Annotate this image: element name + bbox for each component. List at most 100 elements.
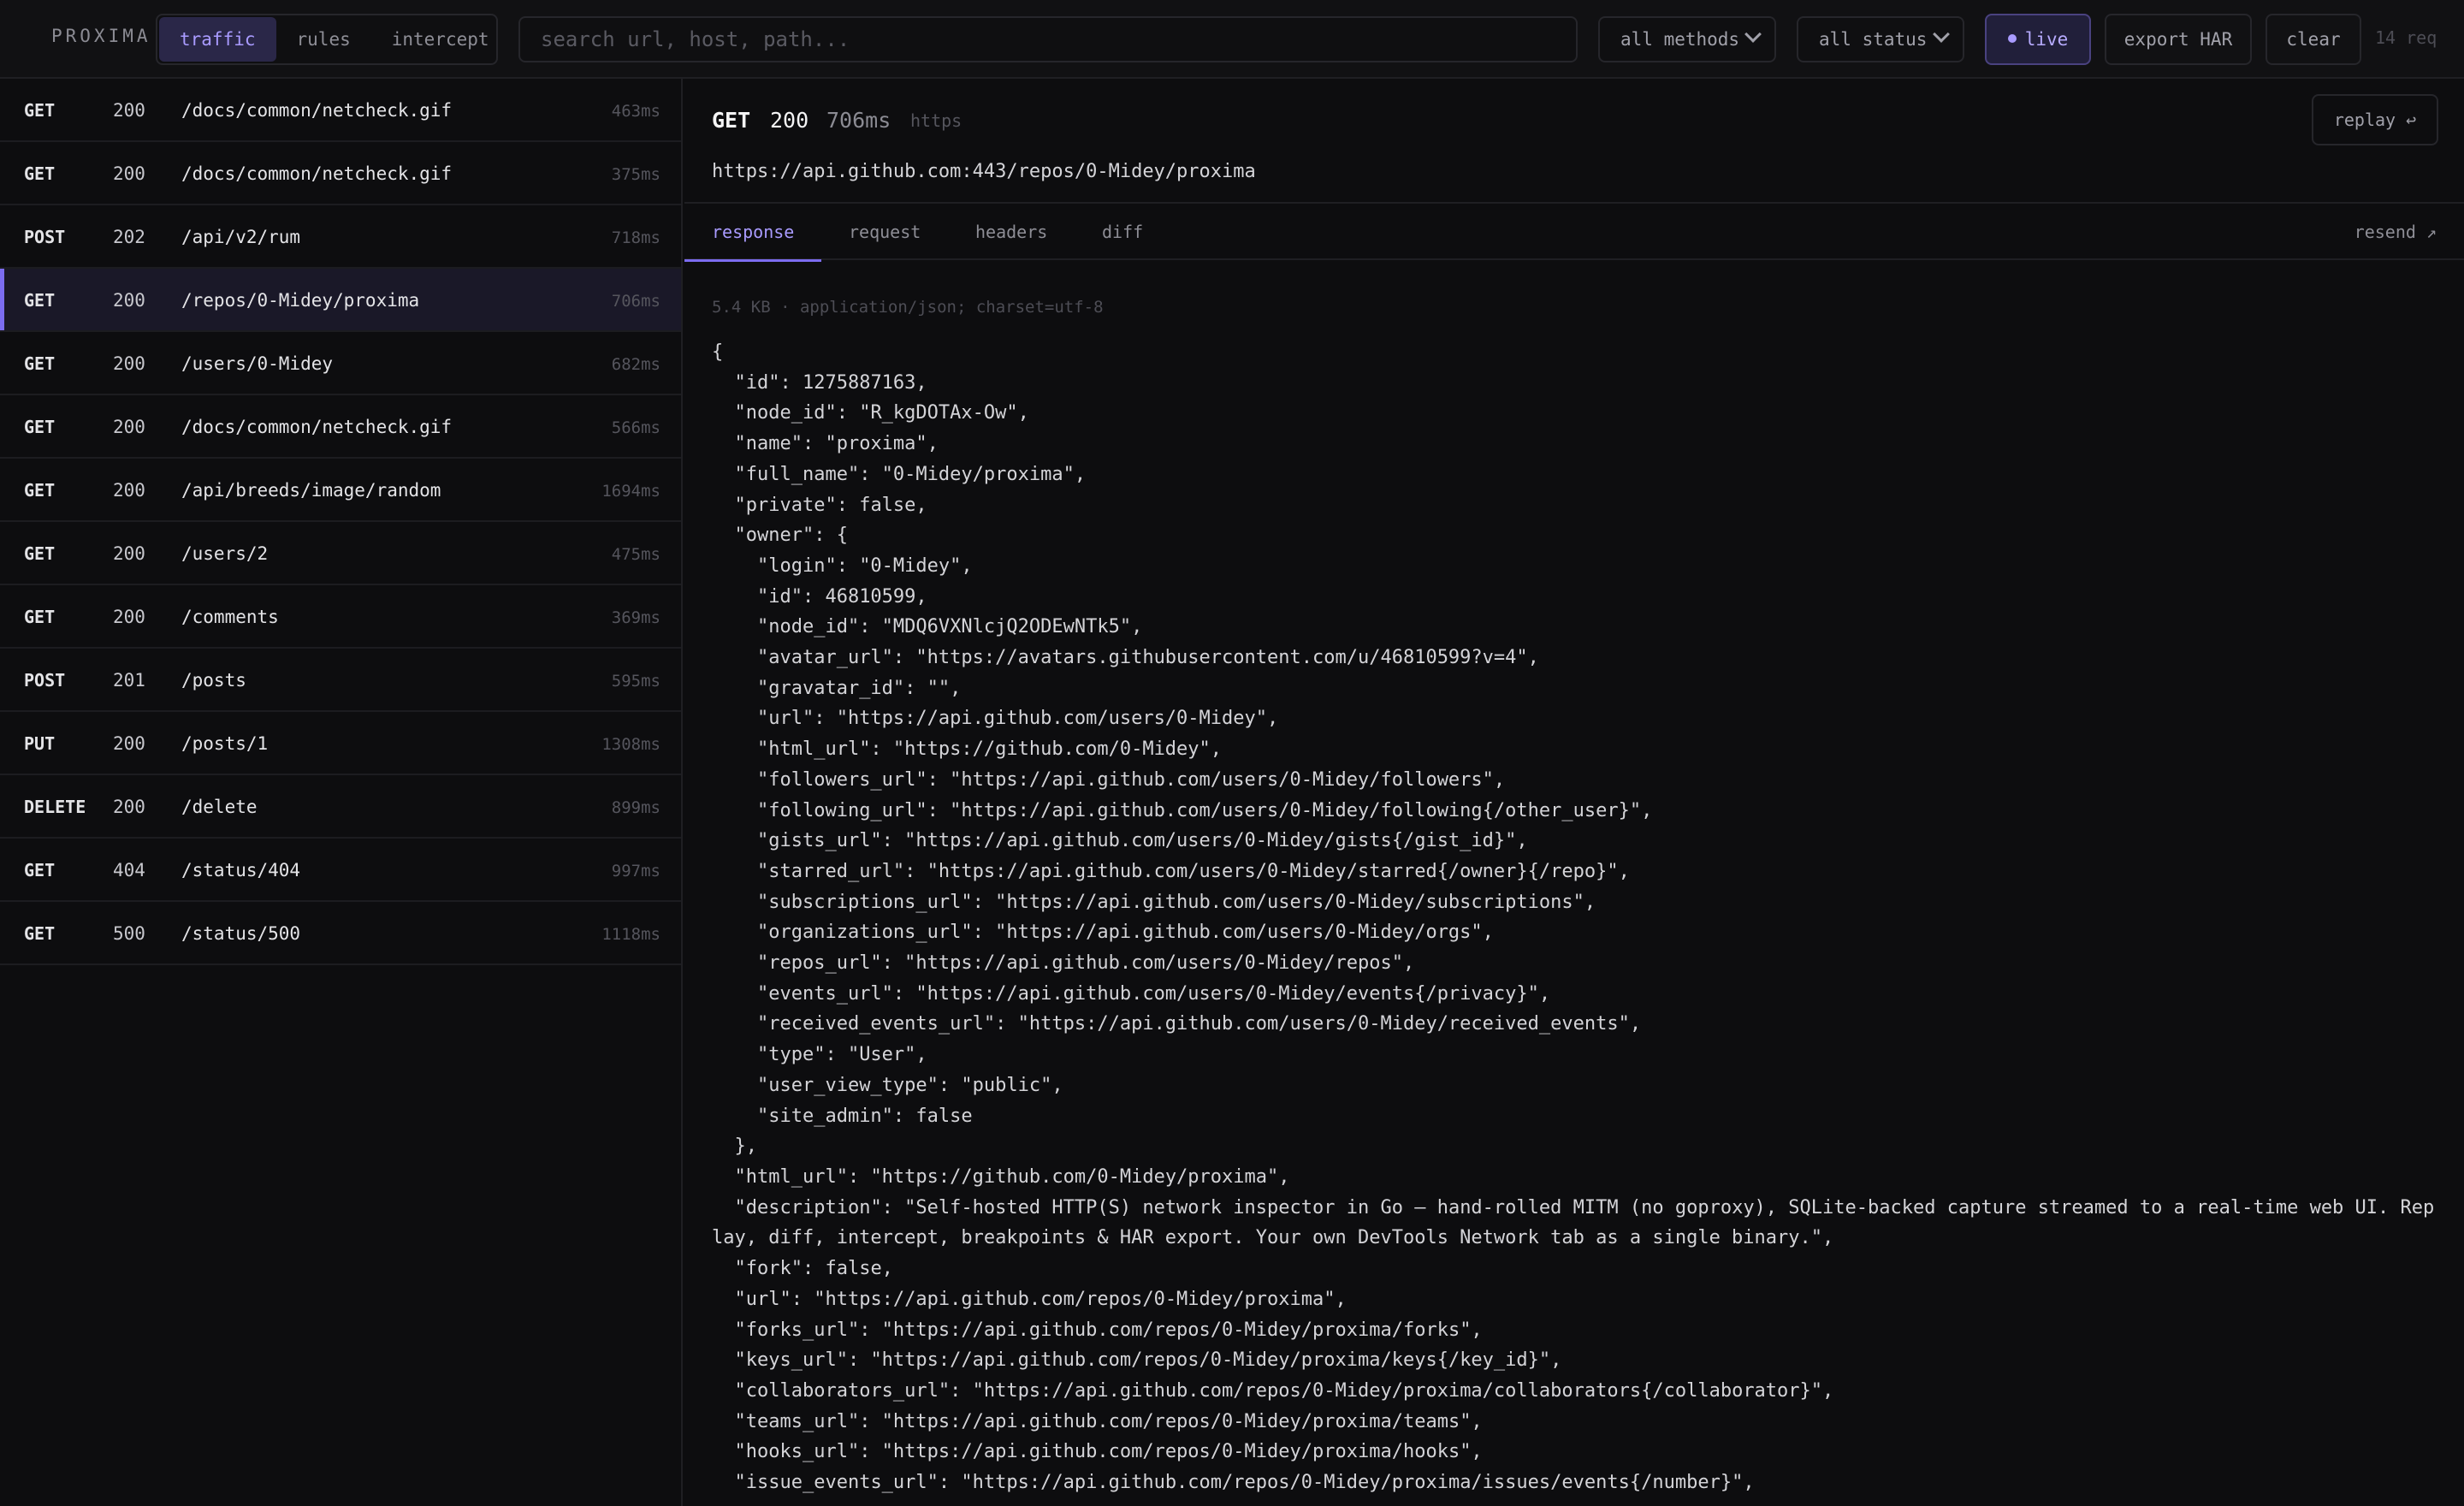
request-row[interactable]: POST 201/posts 595ms xyxy=(0,649,681,712)
request-status-code: 200 xyxy=(113,607,145,627)
clear-button[interactable]: clear xyxy=(2266,14,2361,65)
status-filter-select[interactable]: all status xyxy=(1797,16,1964,62)
request-status-code: 200 xyxy=(113,733,145,754)
tab-rules[interactable]: rules xyxy=(276,17,371,62)
request-duration: 566ms xyxy=(611,418,660,437)
request-status-code: 200 xyxy=(113,417,145,437)
request-method: GET xyxy=(24,100,56,121)
request-row[interactable]: GET 200/repos/0-Midey/proxima 706ms xyxy=(0,269,681,332)
tab-intercept[interactable]: intercept xyxy=(371,17,510,62)
request-method: GET xyxy=(24,543,56,564)
response-line: "following_url": "https://api.github.com… xyxy=(712,799,1653,821)
tab-traffic[interactable]: traffic xyxy=(159,17,276,62)
tab-request[interactable]: request xyxy=(849,204,921,260)
response-line: "login": "0-Midey", xyxy=(712,554,973,577)
response-line: "node_id": "MDQ6VXNlcjQ2ODEwNTk5", xyxy=(712,616,1143,638)
response-line: "organizations_url": "https://api.github… xyxy=(712,922,1494,944)
request-method: POST xyxy=(24,227,66,247)
detail-protocol: https xyxy=(910,110,962,131)
request-count: 14 req xyxy=(2375,27,2437,48)
response-line: "node_id": "R_kgDOTAx-Ow", xyxy=(712,402,1029,424)
request-path: /docs/common/netcheck.gif xyxy=(181,100,453,121)
response-line: "events_url": "https://api.github.com/us… xyxy=(712,982,1551,1005)
response-line: "avatar_url": "https://avatars.githubuse… xyxy=(712,647,1539,669)
response-line: "collaborators_url": "https://api.github… xyxy=(712,1379,1834,1402)
response-line: "id": 1275887163, xyxy=(712,371,927,394)
detail-method: GET xyxy=(712,108,751,133)
response-line: "teams_url": "https://api.github.com/rep… xyxy=(712,1410,1483,1432)
request-row[interactable]: GET 200/users/0-Midey 682ms xyxy=(0,332,681,395)
request-row[interactable]: POST 202/api/v2/rum 718ms xyxy=(0,205,681,269)
request-duration: 463ms xyxy=(611,102,660,121)
detail-url: https://api.github.com:443/repos/0-Midey… xyxy=(712,161,1256,182)
request-list: GET 200/docs/common/netcheck.gif 463ms GET 2… xyxy=(0,79,683,1506)
detail-duration: 706ms xyxy=(826,108,891,133)
request-row[interactable]: GET 200/api/breeds/image/random 1694ms xyxy=(0,459,681,522)
request-path: /comments xyxy=(181,607,279,627)
request-status-code: 200 xyxy=(113,163,145,184)
response-line: "private": false, xyxy=(712,494,927,516)
replay-button[interactable]: replay ↩ xyxy=(2312,94,2438,145)
request-path: /repos/0-Midey/proxima xyxy=(181,290,420,311)
tab-diff[interactable]: diff xyxy=(1102,204,1143,260)
detail-tabs: response request headers diff resend ↗ xyxy=(684,202,2464,262)
request-status-code: 200 xyxy=(113,797,145,817)
export-har-button[interactable]: export HAR xyxy=(2105,14,2252,65)
request-method: DELETE xyxy=(24,797,86,817)
methods-filter-select[interactable]: all methods xyxy=(1598,16,1776,62)
request-row[interactable]: GET 200/comments 369ms xyxy=(0,585,681,649)
request-path: /status/404 xyxy=(181,860,301,880)
request-duration: 997ms xyxy=(611,862,660,880)
request-row[interactable]: GET 200/docs/common/netcheck.gif 463ms xyxy=(0,79,681,142)
response-line: "owner": { xyxy=(712,525,848,547)
request-row[interactable]: DELETE 200/delete 899ms xyxy=(0,775,681,839)
request-duration: 1308ms xyxy=(601,735,660,754)
request-row[interactable]: GET 500/status/500 1118ms xyxy=(0,902,681,965)
request-duration: 595ms xyxy=(611,672,660,691)
chevron-down-icon xyxy=(1933,26,1950,43)
request-row[interactable]: GET 200/users/2 475ms xyxy=(0,522,681,585)
request-status-code: 200 xyxy=(113,290,145,311)
request-path: /docs/common/netcheck.gif xyxy=(181,417,453,437)
request-path: /posts/1 xyxy=(181,733,269,754)
request-status-code: 200 xyxy=(113,543,145,564)
request-row[interactable]: GET 200/docs/common/netcheck.gif 375ms xyxy=(0,142,681,205)
request-method: GET xyxy=(24,480,56,501)
request-duration: 682ms xyxy=(611,355,660,374)
search-input[interactable] xyxy=(518,16,1578,62)
response-line: "user_view_type": "public", xyxy=(712,1074,1063,1096)
resend-link[interactable]: resend ↗ xyxy=(2354,204,2437,260)
status-filter-value: all status xyxy=(1819,29,1928,50)
request-method: GET xyxy=(24,417,56,437)
response-line: "forks_url": "https://api.github.com/rep… xyxy=(712,1319,1483,1341)
request-duration: 369ms xyxy=(611,608,660,627)
request-path: /api/v2/rum xyxy=(181,227,301,247)
request-method: PUT xyxy=(24,733,56,754)
request-detail-pane: GET 200 706ms https replay ↩ https://api… xyxy=(684,79,2464,1506)
request-row[interactable]: GET 200/docs/common/netcheck.gif 566ms xyxy=(0,395,681,459)
response-line: "description": "Self-hosted HTTP(S) netw… xyxy=(712,1196,2435,1249)
response-line: "html_url": "https://github.com/0-Midey/… xyxy=(712,1165,1290,1188)
response-line: "followers_url": "https://api.github.com… xyxy=(712,768,1506,791)
live-label: live xyxy=(2024,29,2069,50)
app-brand: PROXIMA xyxy=(51,26,151,46)
request-duration: 706ms xyxy=(611,292,660,311)
request-row[interactable]: GET 404/status/404 997ms xyxy=(0,839,681,902)
request-status-code: 202 xyxy=(113,227,145,247)
tab-response[interactable]: response xyxy=(684,204,822,262)
live-toggle-button[interactable]: live xyxy=(1985,14,2091,65)
response-body: { "id": 1275887163, "node_id": "R_kgDOTA… xyxy=(712,337,2440,1498)
request-path: /users/0-Midey xyxy=(181,353,334,374)
tab-headers[interactable]: headers xyxy=(975,204,1047,260)
chevron-down-icon xyxy=(1744,26,1762,43)
request-duration: 1694ms xyxy=(601,482,660,501)
response-line: "hooks_url": "https://api.github.com/rep… xyxy=(712,1441,1483,1463)
response-line: "site_admin": false xyxy=(712,1105,973,1127)
request-path: /api/breeds/image/random xyxy=(181,480,441,501)
request-status-code: 404 xyxy=(113,860,145,880)
response-line: "gravatar_id": "", xyxy=(712,677,962,699)
request-method: GET xyxy=(24,607,56,627)
request-method: GET xyxy=(24,290,56,311)
request-row[interactable]: PUT 200/posts/1 1308ms xyxy=(0,712,681,775)
response-line: "url": "https://api.github.com/users/0-M… xyxy=(712,708,1279,730)
